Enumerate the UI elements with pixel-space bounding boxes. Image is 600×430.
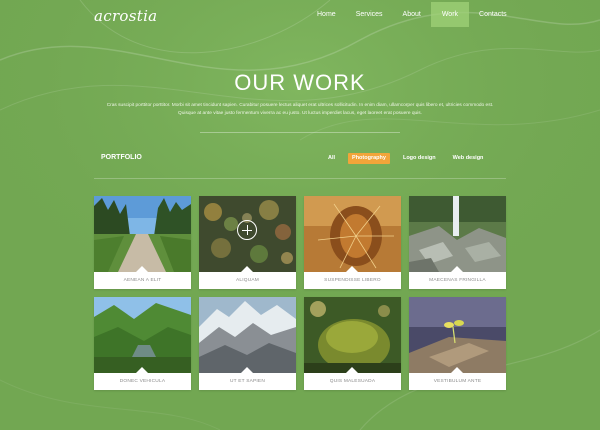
nav-about[interactable]: About <box>393 2 431 27</box>
mossy-rock-image <box>304 297 401 373</box>
portfolio-item[interactable]: SUSPENDISSE LIBERO <box>304 196 401 289</box>
item-caption: AENEAN A ELIT <box>123 278 162 283</box>
forest-path-image <box>94 196 191 272</box>
portfolio-item[interactable]: DONEC VEHICULA <box>94 297 191 390</box>
zoom-plus-icon[interactable] <box>237 220 257 240</box>
portfolio-item[interactable]: UT ET SAPIEN <box>199 297 296 390</box>
page-title: OUR WORK <box>234 70 366 95</box>
portfolio-item[interactable]: VESTIBULUM ANTE <box>409 297 506 390</box>
cactus-spines-image <box>304 196 401 272</box>
item-caption: SUSPENDISSE LIBERO <box>324 278 381 283</box>
portfolio-item[interactable]: QUIS MALESUADA <box>304 297 401 390</box>
waterfall-rocks-image <box>409 196 506 272</box>
nav-contacts[interactable]: Contacts <box>469 2 517 27</box>
filter-all[interactable]: All <box>324 153 339 164</box>
item-caption: ALIQUAM <box>236 278 259 283</box>
portfolio-divider <box>94 178 506 179</box>
filter-web-design[interactable]: Web design <box>449 153 488 164</box>
site-header: acrostia Home Services About Work Contac… <box>0 0 600 36</box>
item-caption: DONEC VEHICULA <box>119 379 166 384</box>
portfolio-item[interactable]: MAECENAS FRINGILLA <box>409 196 506 289</box>
site-logo[interactable]: acrostia <box>94 7 157 25</box>
nav-home[interactable]: Home <box>307 2 346 27</box>
item-caption: MAECENAS FRINGILLA <box>429 278 486 283</box>
sprout-on-log-image <box>409 297 506 373</box>
item-caption: UT ET SAPIEN <box>229 379 265 384</box>
filter-photography[interactable]: Photography <box>348 153 390 164</box>
portfolio-heading: PORTFOLIO <box>101 154 142 161</box>
hero-divider <box>200 132 400 133</box>
portfolio-filters: All Photography Logo design Web design <box>324 153 496 164</box>
item-caption: QUIS MALESUADA <box>329 379 376 384</box>
portfolio-item[interactable]: ALIQUAM <box>199 196 296 289</box>
main-nav: Home Services About Work Contacts <box>307 2 517 27</box>
item-caption: VESTIBULUM ANTE <box>433 379 482 384</box>
rocky-mountains-image <box>199 297 296 373</box>
mountain-valley-image <box>94 297 191 373</box>
portfolio-item[interactable]: AENEAN A ELIT <box>94 196 191 289</box>
filter-logo-design[interactable]: Logo design <box>399 153 440 164</box>
page-description: Cras suscipit porttitor porttitor. Morbi… <box>106 103 494 116</box>
nav-services[interactable]: Services <box>346 2 393 27</box>
nav-work[interactable]: Work <box>430 2 470 27</box>
